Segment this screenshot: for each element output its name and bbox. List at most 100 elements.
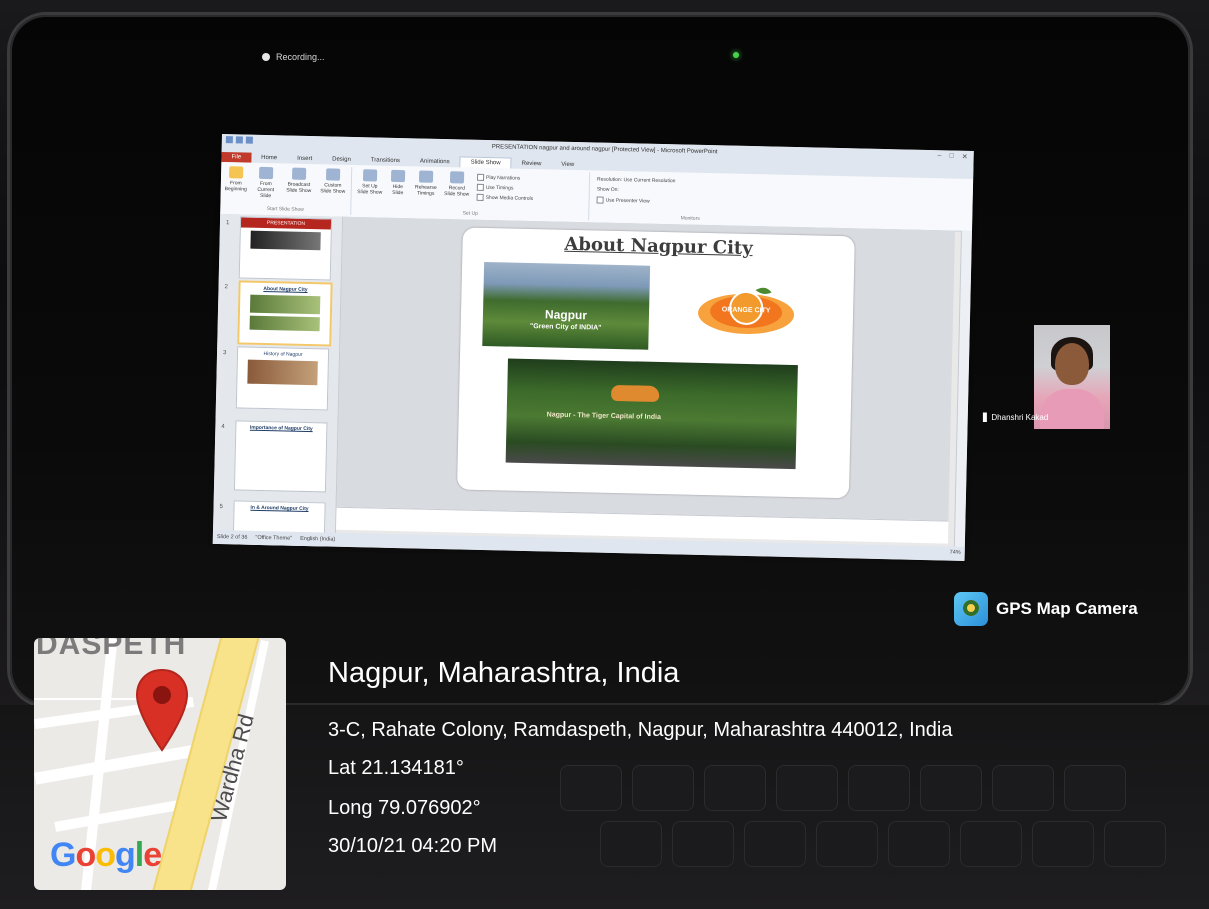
hide-slide-icon [390, 169, 406, 183]
gps-map-camera-brand: GPS Map Camera [954, 592, 1138, 626]
custom-slide-show-button[interactable]: Custom Slide Show [319, 168, 348, 195]
thumb-number: 4 [221, 424, 225, 431]
thumb-number: 1 [225, 220, 230, 227]
presenter-view-label: Use Presenter View [605, 197, 650, 205]
longitude: Long 79.076902° [328, 797, 481, 819]
google-logo-text: Google [50, 836, 162, 874]
close-icon[interactable]: ✕ [962, 153, 968, 161]
undo-icon[interactable] [235, 136, 243, 144]
window-controls: – □ ✕ [938, 152, 968, 161]
zoom-level[interactable]: 74% [950, 550, 961, 556]
hide-slide-label: Hide Slide [392, 183, 404, 197]
slide-thumbnails-pane: 1 PRESENTATION 2 About Nagpur City 3 His… [212, 213, 344, 561]
resolution-value: Use Current Resolution [623, 177, 676, 185]
slide-editing-area: About Nagpur City Nagpur "Green City of … [336, 216, 955, 521]
slide-thumbnail[interactable]: Importance of Nagpur City [233, 420, 328, 493]
from-beginning-label: From Beginning [224, 180, 247, 193]
record-label: Record Slide Show [444, 185, 470, 198]
thumb-title: In & Around Nagpur City [250, 504, 309, 513]
key [816, 821, 878, 867]
google-logo-letter: o [75, 836, 96, 874]
slide-title: About Nagpur City [564, 233, 753, 260]
area-label: DASPETH [36, 638, 187, 661]
use-timings-label: Use Timings [485, 184, 514, 192]
key [1032, 821, 1094, 867]
thumb-number: 2 [224, 284, 228, 291]
record-slide-show-button[interactable]: Record Slide Show [443, 171, 472, 198]
setup-label: Set Up Slide Show [357, 183, 383, 196]
webcam-indicator [733, 52, 739, 58]
show-on-label: Show On: [596, 186, 619, 194]
from-current-label: From Current Slide [257, 180, 275, 200]
broadcast-button[interactable]: Broadcast Slide Show [285, 167, 314, 194]
google-logo-letter: g [115, 836, 136, 874]
current-slide[interactable]: About Nagpur City Nagpur "Green City of … [456, 227, 855, 499]
resolution-select[interactable]: Resolution: Use Current Resolution [597, 177, 675, 185]
participant-name: ▋ Dhanshri Kakad [983, 413, 1048, 422]
play-narrations-checkbox[interactable]: Play Narrations [477, 173, 520, 182]
resolution-label: Resolution: [596, 176, 623, 184]
key [992, 765, 1054, 811]
record-icon [449, 171, 465, 184]
key [848, 765, 910, 811]
from-current-button[interactable]: From Current Slide [253, 166, 280, 200]
checkbox-icon [476, 193, 484, 201]
maximize-icon[interactable]: □ [949, 153, 953, 161]
record-dot-icon [262, 53, 270, 61]
participant-body [1040, 389, 1104, 429]
thumb-title: History of Nagpur [263, 351, 303, 358]
address: 3-C, Rahate Colony, Ramdaspeth, Nagpur, … [328, 719, 953, 741]
slide-thumbnail-selected[interactable]: About Nagpur City [237, 280, 333, 347]
show-media-label: Show Media Controls [485, 194, 534, 202]
rehearse-timings-button[interactable]: Rehearse Timings [413, 170, 440, 197]
key [704, 765, 766, 811]
presenter-view-checkbox[interactable]: Use Presenter View [596, 196, 650, 205]
latitude: Lat 21.134181° [328, 757, 464, 779]
location-pin-icon [135, 668, 189, 752]
google-logo: Google [50, 836, 162, 875]
date-time: 30/10/21 04:20 PM [328, 835, 498, 857]
key [920, 765, 982, 811]
tiger-capital-image: Nagpur - The Tiger Capital of India [505, 358, 798, 470]
language: English (India) [300, 535, 336, 543]
slide-thumbnail[interactable]: PRESENTATION [238, 216, 333, 281]
key [632, 765, 694, 811]
rehearse-icon [418, 170, 434, 183]
orange-city-logo: ORANGE CITY [693, 281, 800, 339]
checkbox-icon [477, 173, 485, 181]
key [1104, 821, 1166, 867]
rehearse-label: Rehearse Timings [414, 184, 437, 197]
tab-file[interactable]: File [221, 151, 252, 163]
show-on-select[interactable]: Show On: [597, 187, 619, 193]
start-slide-show-group: From Beginning From Current Slide Broadc… [220, 163, 353, 215]
hide-slide-button[interactable]: Hide Slide [387, 169, 410, 197]
set-up-group: Set Up Slide Show Hide Slide Rehearse Ti… [352, 166, 591, 221]
use-timings-checkbox[interactable]: Use Timings [476, 183, 514, 192]
monitors-group: Resolution: Use Current Resolution Show … [590, 172, 791, 225]
tiger-statue [611, 384, 660, 402]
signal-icon: ▋ [983, 413, 990, 422]
set-up-slide-show-button[interactable]: Set Up Slide Show [357, 169, 384, 196]
slideshow-current-icon [258, 166, 274, 180]
image-subcaption: "Green City of INDIA" [529, 323, 602, 332]
thumb-title: PRESENTATION [240, 217, 332, 230]
slide-thumbnail[interactable]: History of Nagpur [235, 346, 330, 411]
key [672, 821, 734, 867]
broadcast-label: Broadcast Slide Show [286, 181, 312, 195]
thumb-image [249, 294, 321, 315]
save-icon[interactable] [225, 136, 233, 144]
slideshow-icon [228, 166, 244, 179]
image-caption: Nagpur [544, 307, 588, 323]
show-media-controls-checkbox[interactable]: Show Media Controls [476, 193, 534, 202]
google-logo-letter: o [95, 836, 116, 874]
key [960, 821, 1022, 867]
thumb-title: About Nagpur City [263, 285, 308, 293]
location-title: Nagpur, Maharashtra, India [328, 657, 680, 689]
google-logo-letter: G [50, 836, 76, 874]
redo-icon[interactable] [245, 136, 253, 144]
google-logo-letter: l [134, 836, 145, 874]
minimize-icon[interactable]: – [938, 152, 942, 160]
orange-city-logo-text: ORANGE CITY [722, 306, 771, 314]
group-label: Start Slide Show [266, 206, 304, 213]
from-beginning-button[interactable]: From Beginning [223, 166, 250, 193]
